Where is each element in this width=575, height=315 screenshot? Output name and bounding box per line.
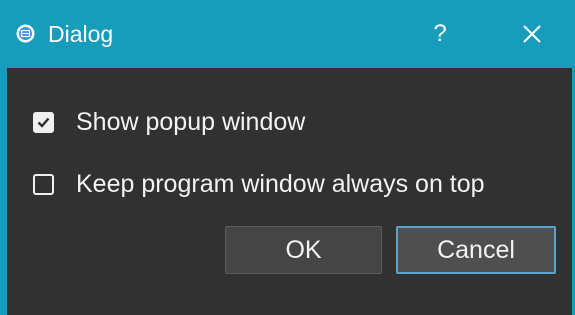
dialog-content: Show popup window Keep program window al… <box>7 68 575 315</box>
checkmark-icon <box>37 117 50 128</box>
close-icon <box>523 25 541 43</box>
checkbox-checked[interactable] <box>33 112 54 133</box>
cancel-button[interactable]: Cancel <box>396 226 556 274</box>
checkbox-unchecked[interactable] <box>33 174 54 195</box>
always-on-top-checkbox[interactable]: Keep program window always on top <box>33 170 485 199</box>
show-popup-label: Show popup window <box>76 108 306 136</box>
title-bar[interactable]: Dialog ? <box>0 0 575 68</box>
ok-button[interactable]: OK <box>225 226 382 274</box>
close-button[interactable] <box>512 14 552 54</box>
always-on-top-label: Keep program window always on top <box>76 170 485 198</box>
help-button[interactable]: ? <box>420 14 460 54</box>
dialog-window: Dialog ? Show popup window Keep program … <box>0 0 575 315</box>
app-icon <box>16 24 35 43</box>
window-title: Dialog <box>48 21 114 47</box>
show-popup-checkbox[interactable]: Show popup window <box>33 108 305 137</box>
